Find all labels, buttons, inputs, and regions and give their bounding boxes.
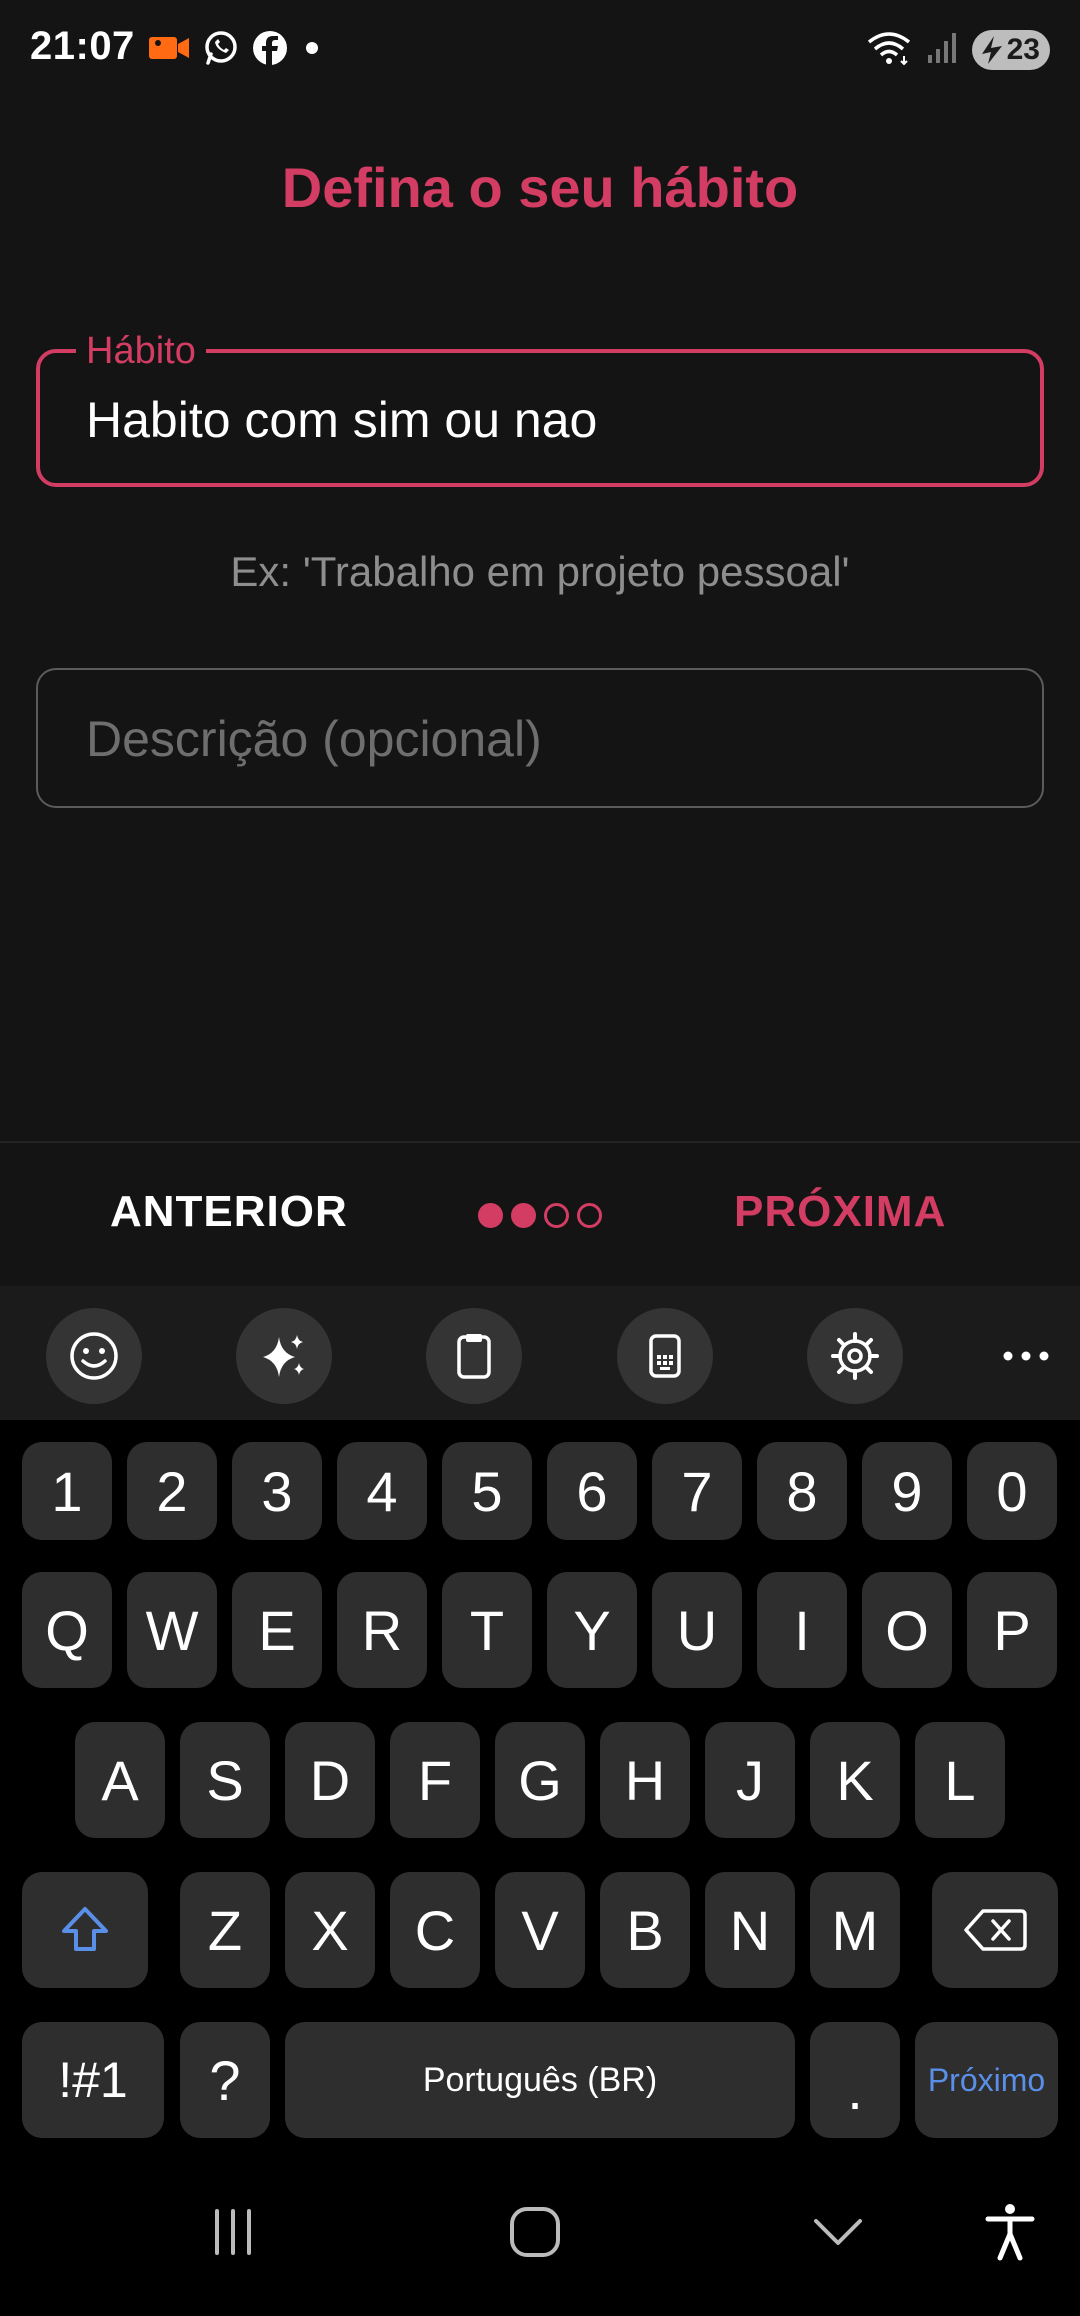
- key-r[interactable]: R: [337, 1572, 427, 1688]
- notification-icons: [148, 28, 324, 72]
- step-dot: [511, 1203, 536, 1228]
- key-t[interactable]: T: [442, 1572, 532, 1688]
- page-title: Defina o seu hábito: [281, 156, 799, 219]
- period-key[interactable]: .: [810, 2022, 900, 2138]
- key-5[interactable]: 5: [442, 1442, 532, 1540]
- system-navigation-bar: [0, 2146, 1080, 2316]
- key-s[interactable]: S: [180, 1722, 270, 1838]
- key-b[interactable]: B: [600, 1872, 690, 1988]
- ai-sparkle-icon[interactable]: [236, 1308, 332, 1404]
- key-i[interactable]: I: [757, 1572, 847, 1688]
- space-bar[interactable]: Português (BR): [285, 2022, 795, 2138]
- hide-keyboard-icon[interactable]: [798, 2192, 878, 2272]
- key-0[interactable]: 0: [967, 1442, 1057, 1540]
- habit-field-label: Hábito: [76, 331, 206, 371]
- key-p[interactable]: P: [967, 1572, 1057, 1688]
- description-input-field[interactable]: Descrição (opcional): [36, 668, 1044, 808]
- symbols-key[interactable]: !#1: [22, 2022, 164, 2138]
- key-1[interactable]: 1: [22, 1442, 112, 1540]
- wifi-icon: [866, 30, 912, 71]
- battery-indicator: 23: [972, 30, 1050, 70]
- key-6[interactable]: 6: [547, 1442, 637, 1540]
- step-dot: [577, 1203, 602, 1228]
- step-indicator: [478, 1203, 602, 1228]
- key-v[interactable]: V: [495, 1872, 585, 1988]
- key-l[interactable]: L: [915, 1722, 1005, 1838]
- key-c[interactable]: C: [390, 1872, 480, 1988]
- key-n[interactable]: N: [705, 1872, 795, 1988]
- emoji-icon[interactable]: [46, 1308, 142, 1404]
- video-camera-icon: [148, 32, 190, 69]
- step-navigation-bar: ANTERIOR PRÓXIMA: [0, 1143, 1080, 1286]
- key-x[interactable]: X: [285, 1872, 375, 1988]
- backspace-icon: [964, 1909, 1027, 1951]
- key-h[interactable]: H: [600, 1722, 690, 1838]
- keyboard-toolbar: [0, 1286, 1080, 1420]
- step-dot: [544, 1203, 569, 1228]
- whatsapp-icon: [202, 29, 240, 72]
- description-placeholder: Descrição (opcional): [86, 711, 542, 767]
- system-status-icons: 23: [866, 28, 1050, 72]
- question-key[interactable]: ?: [180, 2022, 270, 2138]
- habit-example-hint: Ex: 'Trabalho em projeto pessoal': [230, 548, 850, 595]
- key-a[interactable]: A: [75, 1722, 165, 1838]
- key-u[interactable]: U: [652, 1572, 742, 1688]
- more-icon[interactable]: [978, 1308, 1074, 1404]
- next-button[interactable]: PRÓXIMA: [734, 1187, 946, 1237]
- step-dot: [478, 1203, 503, 1228]
- home-icon[interactable]: [495, 2192, 575, 2272]
- shift-key[interactable]: [22, 1872, 148, 1988]
- facebook-icon: [252, 30, 288, 71]
- key-9[interactable]: 9: [862, 1442, 952, 1540]
- status-time: 21:07: [30, 24, 135, 68]
- key-z[interactable]: Z: [180, 1872, 270, 1988]
- backspace-key[interactable]: [932, 1872, 1058, 1988]
- key-2[interactable]: 2: [127, 1442, 217, 1540]
- shift-icon: [62, 1907, 108, 1951]
- signal-icon: [926, 31, 958, 70]
- dot-icon: [300, 36, 324, 65]
- status-bar: 21:07 23: [0, 0, 1080, 96]
- clipboard-icon[interactable]: [426, 1308, 522, 1404]
- key-f[interactable]: F: [390, 1722, 480, 1838]
- settings-icon[interactable]: [807, 1308, 903, 1404]
- charging-icon: [982, 36, 1002, 64]
- key-q[interactable]: Q: [22, 1572, 112, 1688]
- key-w[interactable]: W: [127, 1572, 217, 1688]
- habit-input-field[interactable]: Hábito Habito com sim ou nao: [36, 331, 1044, 487]
- key-d[interactable]: D: [285, 1722, 375, 1838]
- key-j[interactable]: J: [705, 1722, 795, 1838]
- accessibility-icon[interactable]: [970, 2192, 1050, 2272]
- key-3[interactable]: 3: [232, 1442, 322, 1540]
- key-7[interactable]: 7: [652, 1442, 742, 1540]
- key-4[interactable]: 4: [337, 1442, 427, 1540]
- next-action-key[interactable]: Próximo: [915, 2022, 1058, 2138]
- key-g[interactable]: G: [495, 1722, 585, 1838]
- app-screen: 21:07 23 Defina o seu hábito Hábito Habi…: [0, 0, 1080, 2316]
- habit-input-value[interactable]: Habito com sim ou nao: [86, 391, 597, 449]
- key-k[interactable]: K: [810, 1722, 900, 1838]
- one-handed-keyboard-icon[interactable]: [617, 1308, 713, 1404]
- battery-level: 23: [1006, 33, 1040, 66]
- recent-apps-icon[interactable]: [193, 2192, 273, 2272]
- key-e[interactable]: E: [232, 1572, 322, 1688]
- keyboard: 1 2 3 4 5 6 7 8 9 0 Q W E R T Y U I O P …: [0, 1420, 1080, 2146]
- key-o[interactable]: O: [862, 1572, 952, 1688]
- key-8[interactable]: 8: [757, 1442, 847, 1540]
- key-m[interactable]: M: [810, 1872, 900, 1988]
- key-y[interactable]: Y: [547, 1572, 637, 1688]
- previous-button[interactable]: ANTERIOR: [110, 1187, 348, 1237]
